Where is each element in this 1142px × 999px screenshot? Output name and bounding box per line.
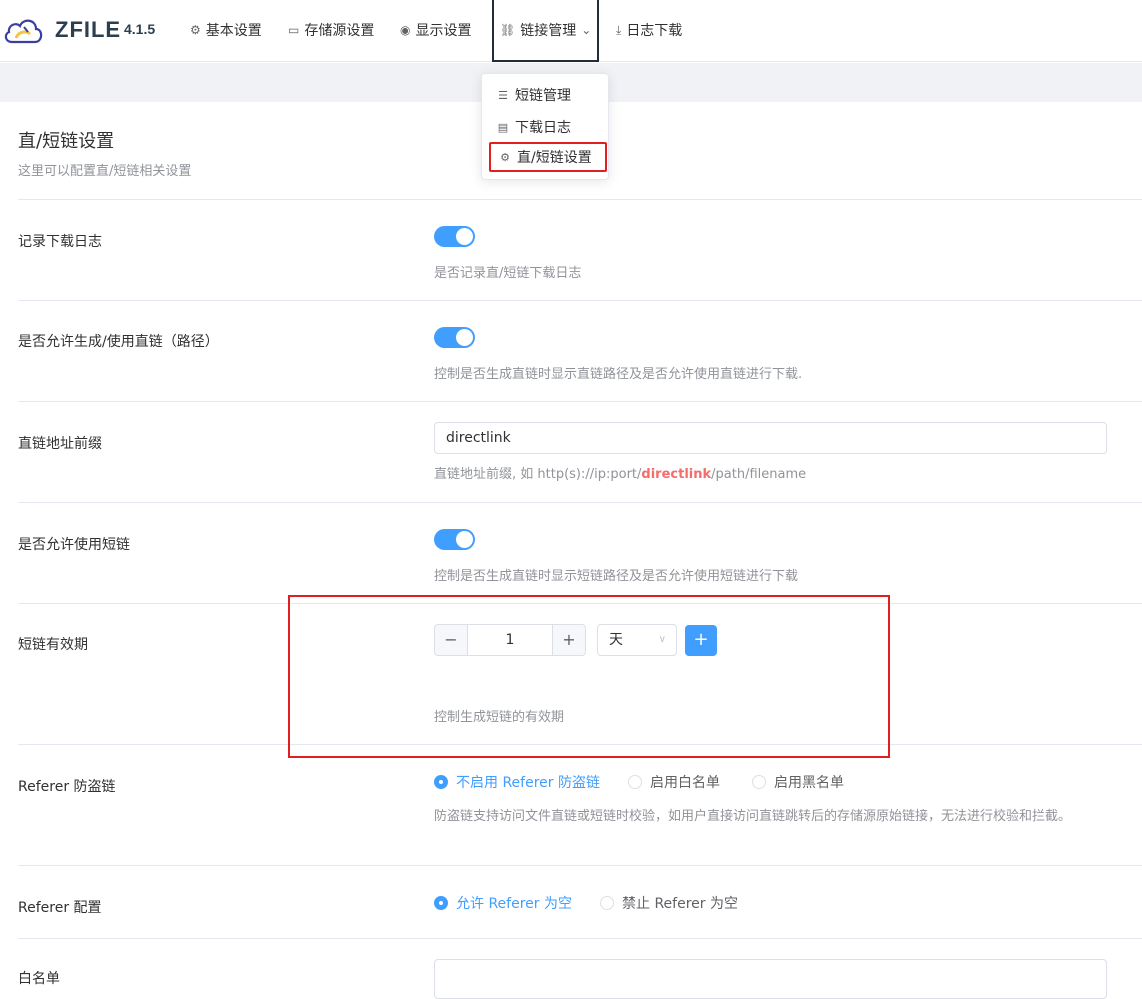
- page-title: 直/短链设置: [18, 131, 115, 152]
- nav-label: 基本设置: [205, 23, 262, 39]
- whitelist-label: 白名单: [18, 971, 60, 987]
- chevron-down-icon: ⌄: [581, 23, 592, 37]
- direct-prefix-label: 直链地址前缀: [18, 436, 102, 452]
- allow-short-switch[interactable]: [434, 529, 475, 550]
- gear-icon: ⚙: [190, 23, 201, 37]
- whitelist-textarea[interactable]: [434, 959, 1107, 999]
- document-icon: ▤: [497, 120, 509, 134]
- record-log-label: 记录下载日志: [18, 234, 102, 250]
- cloud-logo-icon: [4, 19, 43, 44]
- nav-log-download[interactable]: ⤓ 日志下载: [616, 0, 682, 60]
- referer-config-label: Referer 配置: [18, 900, 102, 916]
- top-navbar: ZFILE 4.1.5 ⚙ 基本设置 ▭ 存储源设置 ◉ 显示设置 ⛓ 链接管理…: [0, 0, 1142, 62]
- divider: [18, 502, 1142, 503]
- allow-direct-help: 控制是否生成直链时显示直链路径及是否允许使用直链进行下载.: [434, 367, 803, 382]
- radio-dot: [600, 896, 614, 910]
- divider: [18, 199, 1142, 200]
- nav-label: 存储源设置: [304, 23, 375, 39]
- download-icon: ⤓: [616, 22, 622, 37]
- gear-icon: ⚙: [500, 150, 510, 164]
- dropdown-item-download-log[interactable]: ▤ 下载日志: [489, 112, 607, 142]
- divider: [18, 300, 1142, 301]
- direct-prefix-input[interactable]: directlink: [434, 422, 1107, 454]
- short-expire-label: 短链有效期: [18, 637, 88, 653]
- allow-short-label: 是否允许使用短链: [18, 537, 130, 553]
- nav-label: 链接管理: [520, 23, 577, 39]
- referer-forbid-empty[interactable]: 禁止 Referer 为空: [600, 893, 738, 913]
- divider: [18, 401, 1142, 402]
- dropdown-item-short-links[interactable]: ☰ 短链管理: [489, 80, 607, 110]
- referer-allow-empty[interactable]: 允许 Referer 为空: [434, 893, 572, 913]
- radio-dot: [434, 896, 448, 910]
- version-label: 4.1.5: [124, 21, 156, 37]
- nav-storage-settings[interactable]: ▭ 存储源设置: [288, 0, 374, 60]
- radio-dot: [752, 775, 766, 789]
- referer-option-whitelist[interactable]: 启用白名单: [628, 772, 720, 792]
- nav-display-settings[interactable]: ◉ 显示设置: [400, 0, 471, 60]
- page-subtitle: 这里可以配置直/短链相关设置: [18, 164, 192, 179]
- radio-dot: [628, 775, 642, 789]
- allow-short-help: 控制是否生成直链时显示短链路径及是否允许使用短链进行下载: [434, 569, 799, 584]
- dropdown-item-link-settings[interactable]: ⚙ 直/短链设置: [489, 142, 607, 172]
- nav-link-management[interactable]: ⛓ 链接管理 ⌄: [492, 0, 600, 62]
- radio-dot: [434, 775, 448, 789]
- record-log-switch[interactable]: [434, 226, 475, 247]
- allow-direct-switch[interactable]: [434, 327, 475, 348]
- record-log-help: 是否记录直/短链下载日志: [434, 266, 582, 281]
- nav-basic-settings[interactable]: ⚙ 基本设置: [190, 0, 262, 60]
- annotation-highlight-box: [288, 595, 890, 758]
- brand-name: ZFILE: [55, 17, 122, 42]
- referer-option-disabled[interactable]: 不启用 Referer 防盗链: [434, 772, 600, 792]
- direct-prefix-help: 直链地址前缀, 如 http(s)://ip:port/directlink/p…: [434, 467, 807, 482]
- divider: [18, 938, 1142, 939]
- nav-label: 显示设置: [415, 23, 472, 39]
- referer-option-blacklist[interactable]: 启用黑名单: [752, 772, 844, 792]
- referer-help: 防盗链支持访问文件直链或短链时校验，如用户直接访问直链跳转后的存储源原始链接，无…: [434, 809, 1072, 824]
- eye-icon: ◉: [400, 23, 411, 37]
- divider: [18, 865, 1142, 866]
- referer-label: Referer 防盗链: [18, 779, 116, 795]
- nav-label: 日志下载: [626, 23, 683, 39]
- list-icon: ☰: [498, 88, 508, 102]
- folder-icon: ▭: [288, 23, 300, 37]
- allow-direct-label: 是否允许生成/使用直链（路径）: [18, 334, 219, 350]
- link-icon: ⛓: [500, 23, 516, 37]
